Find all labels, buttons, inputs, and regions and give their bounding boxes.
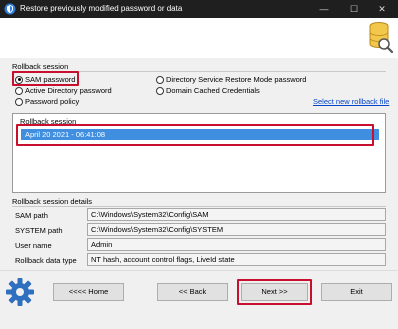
detail-label: Rollback data type: [15, 256, 77, 265]
radio-indicator: [156, 75, 164, 84]
radio-dsrm-password[interactable]: Directory Service Restore Mode password: [156, 74, 306, 85]
detail-label: SAM path: [15, 211, 48, 220]
radio-label: Active Directory password: [25, 86, 112, 95]
radio-password-policy[interactable]: Password policy: [15, 96, 79, 107]
group-divider: [12, 71, 386, 72]
close-button[interactable]: ✕: [368, 0, 396, 18]
radio-active-directory-password[interactable]: Active Directory password: [15, 85, 112, 96]
detail-row-system-path: SYSTEM path C:\Windows\System32\Config\S…: [12, 223, 386, 237]
system-path-field: C:\Windows\System32\Config\SYSTEM: [87, 223, 386, 236]
radio-domain-cached-credentials[interactable]: Domain Cached Credentials: [156, 85, 260, 96]
group-divider: [12, 206, 386, 207]
sam-path-field: C:\Windows\System32\Config\SAM: [87, 208, 386, 221]
radio-label: SAM password: [25, 75, 76, 84]
rollback-session-group-label: Rollback session: [12, 62, 69, 71]
radio-label: Directory Service Restore Mode password: [166, 75, 307, 84]
next-button[interactable]: Next >>: [241, 283, 308, 301]
detail-row-sam-path: SAM path C:\Windows\System32\Config\SAM: [12, 208, 386, 222]
header-banner: [0, 18, 398, 58]
select-new-rollback-file-link[interactable]: Select new rollback file: [313, 97, 389, 106]
gear-icon[interactable]: [5, 277, 35, 307]
details-group-label: Rollback session details: [12, 197, 93, 206]
app-shield-icon: [4, 3, 16, 15]
detail-row-rollback-data-type: Rollback data type NT hash, account cont…: [12, 253, 386, 267]
list-item[interactable]: April 20 2021 - 06:41:08: [21, 129, 379, 140]
radio-label: Password policy: [25, 97, 80, 106]
detail-row-user-name: User name Admin: [12, 238, 386, 252]
exit-button[interactable]: Exit: [321, 283, 392, 301]
radio-label: Domain Cached Credentials: [166, 86, 260, 95]
radio-indicator: [15, 97, 23, 106]
back-button[interactable]: << Back: [157, 283, 228, 301]
detail-label: User name: [15, 241, 52, 250]
home-button[interactable]: <<<< Home: [53, 283, 124, 301]
rollback-data-type-field: NT hash, account control flags, LiveId s…: [87, 253, 386, 266]
radio-indicator: [15, 75, 23, 84]
rollback-session-list-label: Rollback session: [20, 117, 77, 126]
minimize-button[interactable]: —: [310, 0, 338, 18]
title-bar: Restore previously modified password or …: [0, 0, 398, 18]
rollback-session-list: Rollback session April 20 2021 - 06:41:0…: [12, 113, 386, 193]
radio-indicator: [156, 86, 164, 95]
window-title: Restore previously modified password or …: [20, 4, 183, 13]
radio-sam-password[interactable]: SAM password: [15, 74, 75, 85]
database-search-icon: [369, 22, 394, 54]
radio-indicator: [15, 86, 23, 95]
user-name-field: Admin: [87, 238, 386, 251]
maximize-button[interactable]: ☐: [340, 0, 368, 18]
detail-label: SYSTEM path: [15, 226, 63, 235]
